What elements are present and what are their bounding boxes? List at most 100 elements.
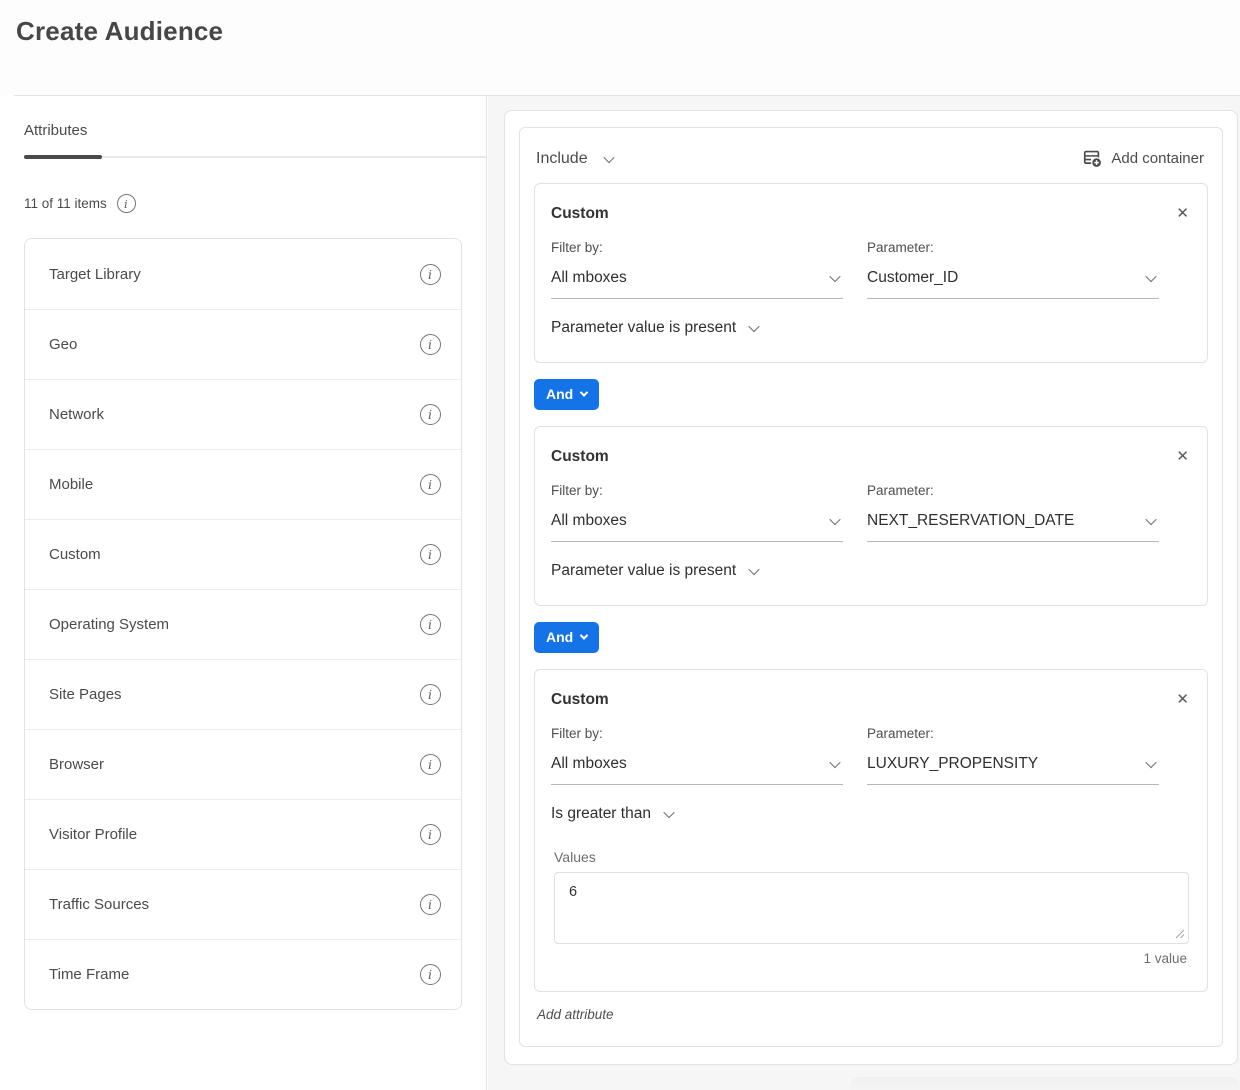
close-icon[interactable]: ✕: [1174, 205, 1191, 222]
chevron-down-icon: [580, 388, 588, 396]
and-label: And: [546, 629, 573, 645]
values-label: Values: [554, 849, 1191, 865]
chevron-down-icon: [663, 807, 674, 818]
parameter-select[interactable]: LUXURY_PROPENSITY: [867, 755, 1159, 785]
page-header: Create Audience: [0, 0, 1240, 95]
and-operator-button[interactable]: And: [534, 622, 599, 653]
attribute-label: Site Pages: [49, 686, 122, 703]
items-count-text: 11 of 11 items: [24, 196, 107, 211]
values-count: 1 value: [551, 951, 1187, 966]
attributes-sidebar: Attributes 11 of 11 items i Target Libra…: [0, 96, 487, 1090]
condition-card-custom-2: Custom ✕ Filter by: All mboxes Parameter…: [534, 426, 1208, 606]
attribute-list-item[interactable]: Network i: [25, 379, 461, 449]
parameter-label: Parameter:: [867, 240, 1159, 255]
attribute-list-item[interactable]: Visitor Profile i: [25, 799, 461, 869]
attribute-label: Time Frame: [49, 966, 129, 983]
attribute-list-item[interactable]: Mobile i: [25, 449, 461, 519]
attribute-list-item[interactable]: Custom i: [25, 519, 461, 589]
filter-by-field: Filter by: All mboxes: [551, 240, 843, 299]
filter-by-select[interactable]: All mboxes: [551, 269, 843, 299]
filter-by-value: All mboxes: [551, 755, 627, 773]
parameter-select[interactable]: NEXT_RESERVATION_DATE: [867, 512, 1159, 542]
chevron-down-icon: [1145, 271, 1156, 282]
filter-by-label: Filter by:: [551, 483, 843, 498]
attribute-list-item[interactable]: Site Pages i: [25, 659, 461, 729]
info-icon[interactable]: i: [420, 404, 441, 425]
attribute-label: Operating System: [49, 616, 169, 633]
values-field: Values 6 1 value: [551, 849, 1191, 966]
info-icon[interactable]: i: [420, 544, 441, 565]
info-icon[interactable]: i: [420, 614, 441, 635]
filter-by-select[interactable]: All mboxes: [551, 512, 843, 542]
info-icon[interactable]: i: [420, 894, 441, 915]
info-icon[interactable]: i: [420, 754, 441, 775]
attribute-label: Target Library: [49, 266, 141, 283]
attribute-label: Mobile: [49, 476, 93, 493]
filter-by-label: Filter by:: [551, 240, 843, 255]
info-icon[interactable]: i: [420, 474, 441, 495]
and-operator-button[interactable]: And: [534, 379, 599, 410]
condition-value: Parameter value is present: [551, 319, 736, 337]
condition-select[interactable]: Parameter value is present: [551, 319, 758, 337]
values-input[interactable]: 6: [554, 872, 1189, 944]
add-container-label: Add container: [1111, 150, 1204, 167]
chevron-down-icon: [749, 564, 760, 575]
chevron-down-icon: [829, 514, 840, 525]
attribute-label: Browser: [49, 756, 104, 773]
add-container-icon: [1082, 148, 1103, 169]
attribute-list-item[interactable]: Time Frame i: [25, 939, 461, 1009]
page-title: Create Audience: [16, 16, 223, 47]
card-title: Custom: [551, 448, 609, 466]
attribute-label: Custom: [49, 546, 101, 563]
attribute-label: Network: [49, 406, 104, 423]
parameter-value: Customer_ID: [867, 269, 958, 287]
add-container-button[interactable]: Add container: [1082, 148, 1204, 169]
condition-select[interactable]: Is greater than: [551, 805, 673, 823]
tab-underline: [24, 156, 486, 158]
tab-attributes[interactable]: Attributes: [24, 122, 87, 139]
chevron-down-icon: [829, 271, 840, 282]
condition-card-custom-1: Custom ✕ Filter by: All mboxes Parameter…: [534, 183, 1208, 363]
and-label: And: [546, 386, 573, 402]
info-icon[interactable]: i: [420, 824, 441, 845]
close-icon[interactable]: ✕: [1174, 691, 1191, 708]
info-icon[interactable]: i: [420, 264, 441, 285]
condition-select[interactable]: Parameter value is present: [551, 562, 758, 580]
attribute-list-item[interactable]: Operating System i: [25, 589, 461, 659]
filter-by-field: Filter by: All mboxes: [551, 483, 843, 542]
info-icon[interactable]: i: [420, 334, 441, 355]
close-icon[interactable]: ✕: [1174, 448, 1191, 465]
attributes-list: Target Library i Geo i Network i Mobile …: [24, 238, 462, 1010]
attribute-list-item[interactable]: Geo i: [25, 309, 461, 379]
info-icon[interactable]: i: [117, 194, 136, 213]
condition-card-custom-3: Custom ✕ Filter by: All mboxes Parameter…: [534, 669, 1208, 992]
add-attribute-link[interactable]: Add attribute: [537, 1007, 614, 1022]
parameter-select[interactable]: Customer_ID: [867, 269, 1159, 299]
info-icon[interactable]: i: [420, 964, 441, 985]
parameter-value: NEXT_RESERVATION_DATE: [867, 512, 1074, 530]
parameter-field: Parameter: LUXURY_PROPENSITY: [867, 726, 1159, 785]
filter-by-value: All mboxes: [551, 269, 627, 287]
attribute-label: Visitor Profile: [49, 826, 137, 843]
audience-builder-workspace: Include Add container: [488, 96, 1240, 1090]
attribute-label: Geo: [49, 336, 77, 353]
chevron-down-icon: [603, 151, 614, 162]
chevron-down-icon: [580, 631, 588, 639]
card-title: Custom: [551, 691, 609, 709]
attribute-list-item[interactable]: Target Library i: [25, 239, 461, 309]
chevron-down-icon: [1145, 757, 1156, 768]
include-dropdown-label: Include: [536, 150, 588, 168]
condition-value: Is greater than: [551, 805, 651, 823]
container-header: Include Add container: [534, 140, 1208, 169]
filter-by-select[interactable]: All mboxes: [551, 755, 843, 785]
include-dropdown[interactable]: Include: [536, 150, 613, 168]
parameter-field: Parameter: Customer_ID: [867, 240, 1159, 299]
chevron-down-icon: [829, 757, 840, 768]
attribute-list-item[interactable]: Traffic Sources i: [25, 869, 461, 939]
info-icon[interactable]: i: [420, 684, 441, 705]
card-title: Custom: [551, 205, 609, 223]
chevron-down-icon: [1145, 514, 1156, 525]
attribute-list-item[interactable]: Browser i: [25, 729, 461, 799]
chevron-down-icon: [749, 321, 760, 332]
parameter-value: LUXURY_PROPENSITY: [867, 755, 1038, 773]
